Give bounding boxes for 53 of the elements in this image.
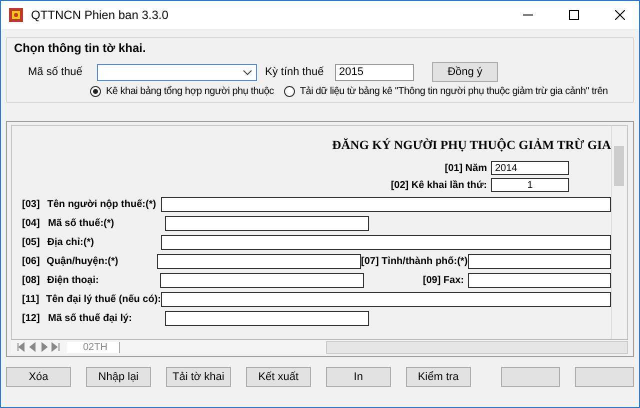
- field-label: Mã số thuế đại lý:: [48, 313, 133, 324]
- group-title: Chọn thông tin tờ khai.: [14, 41, 146, 55]
- period-field[interactable]: 2015: [335, 64, 414, 80]
- radio-button[interactable]: [284, 86, 295, 97]
- period-label: Kỳ tính thuế: [265, 66, 325, 78]
- times-field[interactable]: 1: [491, 178, 569, 192]
- action-button[interactable]: Kết xuất: [246, 367, 311, 387]
- field-label: [09] Fax:: [422, 275, 464, 286]
- input-field[interactable]: [161, 197, 611, 212]
- field-code: [11]: [22, 294, 40, 305]
- input-field[interactable]: [160, 273, 364, 288]
- input-field[interactable]: [161, 292, 611, 307]
- field-code: [08]: [22, 275, 41, 286]
- field-label: Quận/huyện:(*): [46, 256, 120, 267]
- action-button[interactable]: Tải tờ khai: [166, 367, 231, 387]
- app-logo-icon: [8, 7, 24, 23]
- caret-icon: [243, 70, 252, 76]
- field-label: Địa chỉ:(*): [47, 237, 95, 248]
- input-field[interactable]: [161, 235, 611, 250]
- field-code: [05]: [22, 237, 41, 248]
- times-label: [02] Kê khai lần thứ:: [390, 180, 487, 190]
- radio-button[interactable]: [90, 86, 101, 97]
- year-label: [01] Năm: [444, 162, 487, 174]
- field-code: [12]: [22, 313, 41, 324]
- sheet-tab[interactable]: 02TH: [67, 342, 120, 352]
- option-label[interactable]: Kê khai bảng tổng hợp người phụ thuộc: [106, 86, 274, 97]
- tax-code-label: Mã số thuế: [27, 66, 84, 78]
- input-field[interactable]: [157, 254, 361, 269]
- field-label: Mã số thuế:(*): [48, 218, 116, 229]
- form-heading: ĐĂNG KÝ NGƯỜI PHỤ THUỘC GIẢM TRỪ GIA: [331, 138, 611, 153]
- option-label[interactable]: Tải dữ liệu từ bảng kê "Thông tin người phụ thuộc giảm trừ gia cảnh" trên: [300, 86, 608, 97]
- confirm-button[interactable]: Đồng ý: [432, 62, 498, 82]
- field-label: Tên đại lý thuế (nếu có):: [46, 294, 161, 305]
- input-field[interactable]: [165, 216, 369, 231]
- tax-code-combobox[interactable]: [97, 64, 257, 80]
- input-field[interactable]: [468, 254, 611, 269]
- action-button[interactable]: Nhập lại: [86, 367, 151, 387]
- close-icon[interactable]: [615, 10, 625, 20]
- input-field[interactable]: [165, 311, 369, 326]
- year-field[interactable]: 2014: [491, 161, 569, 175]
- horizontal-scrollbar[interactable]: [326, 340, 628, 354]
- field-code: [03]: [22, 199, 41, 210]
- action-button[interactable]: In: [326, 367, 391, 387]
- field-label: Tên người nộp thuế:(*): [47, 199, 158, 210]
- field-label: Điện thoại:: [47, 275, 100, 286]
- field-code: [04]: [22, 218, 41, 229]
- action-button[interactable]: Kiểm tra: [406, 367, 471, 387]
- action-button[interactable]: Xóa: [6, 367, 71, 387]
- input-field[interactable]: [468, 273, 611, 288]
- vertical-scrollbar[interactable]: [611, 126, 627, 339]
- window-title: QTTNCN Phien ban 3.3.0: [31, 8, 168, 22]
- maximize-icon[interactable]: [569, 10, 579, 20]
- field-code: [06]: [22, 256, 41, 267]
